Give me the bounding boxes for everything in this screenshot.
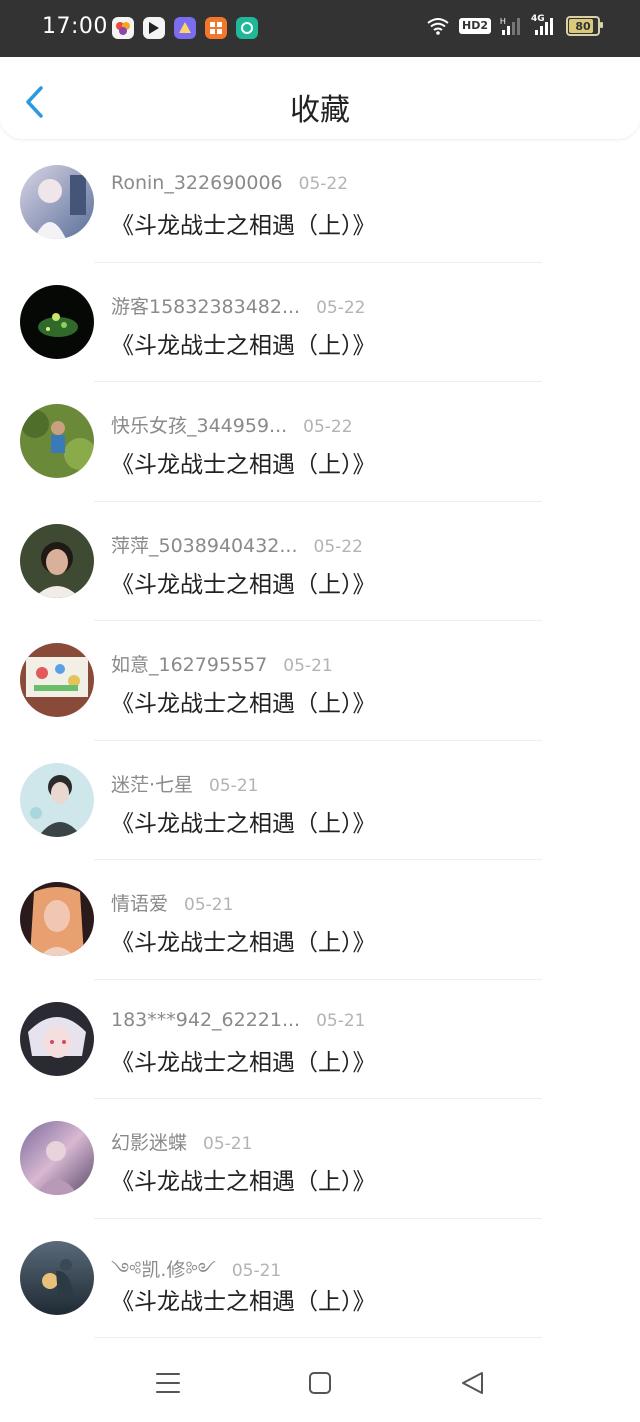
avatar[interactable]: [20, 762, 94, 837]
avatar[interactable]: [20, 643, 94, 717]
back-triangle-icon: [462, 1372, 483, 1394]
username[interactable]: 如意_162795557: [111, 650, 267, 677]
work-title[interactable]: 《斗龙战士之相遇（上）》: [111, 445, 376, 479]
battery-icon: 80: [566, 16, 603, 36]
home-square-icon: [309, 1372, 331, 1394]
status-bar: 17:00 HD2 H 4G 80: [0, 0, 640, 57]
work-title[interactable]: 《斗龙战士之相遇（上）》: [111, 206, 376, 240]
favorites-list: Ronin_322690006 05-22 《斗龙战士之相遇（上）》 游客158…: [0, 143, 640, 1338]
system-navigation-bar: [0, 1342, 640, 1422]
item-date: 05-21: [203, 1134, 253, 1154]
item-date: 05-21: [231, 1260, 282, 1281]
list-item[interactable]: 如意_162795557 05-21 《斗龙战士之相遇（上）》: [0, 621, 640, 741]
username[interactable]: 幻影迷蝶: [111, 1128, 187, 1155]
username[interactable]: 183***942_62221...: [111, 1009, 300, 1031]
item-meta: 游客15832383482... 05-22: [111, 292, 366, 319]
app-icon-2: [143, 17, 165, 39]
list-item[interactable]: 183***942_62221... 05-21 《斗龙战士之相遇（上）》: [0, 980, 640, 1099]
item-date: 05-22: [316, 297, 366, 318]
app-icon-3: [174, 17, 196, 39]
app-icon-4: [205, 17, 227, 39]
avatar[interactable]: [20, 165, 94, 239]
item-date: 05-22: [313, 536, 363, 557]
status-time: 17:00: [42, 14, 108, 39]
app-icon-1: [112, 17, 134, 39]
app-icon-5: [236, 17, 258, 39]
menu-button[interactable]: [154, 1370, 182, 1396]
item-date: 05-21: [316, 1010, 366, 1031]
username[interactable]: 快乐女孩_344959...: [111, 411, 287, 438]
work-title[interactable]: 《斗龙战士之相遇（上）》: [111, 1162, 376, 1196]
avatar[interactable]: [20, 882, 94, 956]
username[interactable]: 迷茫·七星: [111, 770, 193, 797]
work-title[interactable]: 《斗龙战士之相遇（上）》: [111, 923, 376, 957]
avatar[interactable]: [20, 1001, 94, 1076]
notification-icons: [112, 17, 258, 39]
work-title[interactable]: 《斗龙战士之相遇（上）》: [111, 684, 376, 718]
username[interactable]: 萍萍_5038940432...: [111, 531, 298, 558]
work-title[interactable]: 《斗龙战士之相遇（上）》: [111, 804, 376, 838]
item-meta: 183***942_62221... 05-21: [111, 1009, 366, 1031]
list-item[interactable]: Ronin_322690006 05-22 《斗龙战士之相遇（上）》: [0, 143, 640, 263]
work-title[interactable]: 《斗龙战士之相遇（上）》: [111, 565, 376, 599]
item-date: 05-21: [283, 656, 333, 676]
work-title[interactable]: 《斗龙战士之相遇（上）》: [111, 326, 376, 360]
list-item[interactable]: 迷茫·七星 05-21 《斗龙战士之相遇（上）》: [0, 741, 640, 860]
signal-icon-2: 4G: [531, 14, 557, 36]
work-title[interactable]: 《斗龙战士之相遇（上）》: [111, 1282, 376, 1316]
page-title: 收藏: [290, 93, 350, 128]
item-date: 05-21: [209, 775, 259, 796]
app-header: 收藏: [0, 57, 640, 139]
list-item[interactable]: 快乐女孩_344959... 05-22 《斗龙战士之相遇（上）》: [0, 382, 640, 502]
avatar[interactable]: [20, 284, 94, 359]
list-item[interactable]: 情语爱 05-21 《斗龙战士之相遇（上）》: [0, 860, 640, 980]
menu-icon: [156, 1373, 180, 1393]
item-meta: 情语爱 05-21: [111, 889, 233, 916]
hd-voice-badge: HD2: [459, 18, 491, 34]
back-nav-button[interactable]: [458, 1370, 486, 1396]
wifi-icon: [427, 18, 449, 35]
list-item[interactable]: 幻影迷蝶 05-21 《斗龙战士之相遇（上）》: [0, 1099, 640, 1219]
username[interactable]: Ronin_322690006: [111, 172, 283, 194]
system-icons: HD2 H 4G 80: [426, 14, 603, 36]
item-meta: 幻影迷蝶 05-21: [111, 1128, 252, 1155]
item-meta: 迷茫·七星 05-21: [111, 770, 258, 797]
avatar[interactable]: [20, 1240, 94, 1315]
divider: [94, 1337, 542, 1338]
signal-icon-1: H: [500, 17, 520, 35]
item-meta: 如意_162795557 05-21: [111, 650, 333, 677]
item-date: 05-22: [298, 174, 349, 194]
item-date: 05-22: [303, 417, 353, 437]
item-meta: Ronin_322690006 05-22: [111, 172, 348, 194]
item-meta: 快乐女孩_344959... 05-22: [111, 411, 353, 438]
battery-level: 80: [575, 19, 591, 33]
work-title[interactable]: 《斗龙战士之相遇（上）》: [111, 1043, 376, 1077]
list-item[interactable]: ༺凯.修༻ 05-21 《斗龙战士之相遇（上）》: [0, 1219, 640, 1338]
username[interactable]: 游客15832383482...: [111, 292, 300, 319]
avatar[interactable]: [20, 523, 94, 598]
avatar[interactable]: [20, 404, 94, 478]
item-date: 05-21: [184, 895, 234, 915]
svg-text:H: H: [500, 17, 506, 26]
item-meta: 萍萍_5038940432... 05-22: [111, 531, 363, 558]
list-item[interactable]: 游客15832383482... 05-22 《斗龙战士之相遇（上）》: [0, 263, 640, 382]
avatar[interactable]: [20, 1121, 94, 1195]
home-button[interactable]: [306, 1370, 334, 1396]
username[interactable]: 情语爱: [111, 889, 168, 916]
list-item[interactable]: 萍萍_5038940432... 05-22 《斗龙战士之相遇（上）》: [0, 502, 640, 621]
